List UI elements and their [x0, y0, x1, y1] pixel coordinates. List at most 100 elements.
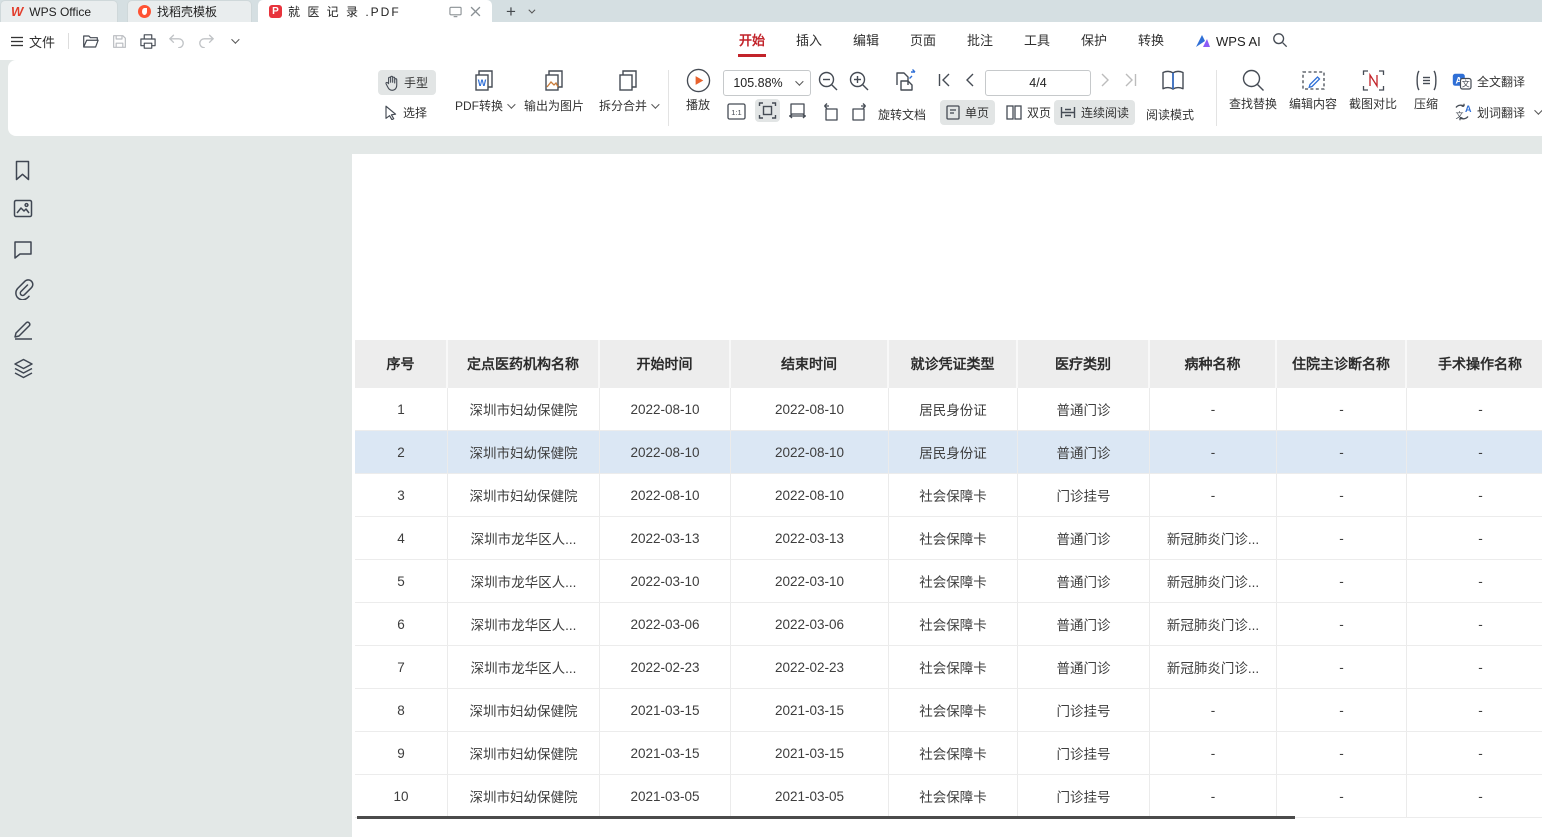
- comment-panel-icon[interactable]: [13, 240, 33, 259]
- full-translate-icon: A 文: [1452, 73, 1472, 90]
- next-page-button[interactable]: [1101, 73, 1110, 87]
- pdf-convert-label: PDF转换: [455, 97, 503, 114]
- rotate-doc-label[interactable]: 旋转文档: [878, 106, 926, 123]
- table-cell: 社会保障卡: [889, 517, 1018, 559]
- fit-width-button[interactable]: [788, 103, 807, 119]
- table-cell: 2: [355, 431, 448, 473]
- table-cell: 6: [355, 603, 448, 645]
- continuous-read-button[interactable]: 连续阅读: [1054, 100, 1135, 125]
- read-mode-button[interactable]: [1160, 68, 1186, 93]
- tab-docer-templates[interactable]: 找稻壳模板: [127, 0, 252, 22]
- table-cell: 新冠肺炎门诊...: [1150, 517, 1277, 559]
- new-tab-button[interactable]: +: [506, 3, 516, 20]
- table-cell: -: [1150, 689, 1277, 731]
- page-indicator-value: 4/4: [1029, 76, 1046, 90]
- first-page-button[interactable]: [938, 73, 951, 87]
- fit-page-button[interactable]: [755, 99, 780, 122]
- screenshot-compare-button[interactable]: 截图对比: [1343, 69, 1403, 112]
- rotate-right-button[interactable]: [850, 103, 869, 121]
- table-cell: -: [1277, 560, 1407, 602]
- signature-panel-icon[interactable]: [13, 318, 34, 340]
- table-header-row: 序号定点医药机构名称开始时间结束时间就诊凭证类型医疗类别病种名称住院主诊断名称手…: [355, 340, 1542, 388]
- menu-tab-tools[interactable]: 工具: [1023, 22, 1051, 60]
- word-translate-icon: 文 A: [1452, 103, 1472, 121]
- fit-width-icon: [788, 103, 807, 119]
- word-translate-button[interactable]: 文 A 划词翻译: [1452, 103, 1540, 121]
- page-number-input[interactable]: 4/4: [985, 70, 1091, 96]
- redo-icon[interactable]: [198, 34, 214, 48]
- table-cell: -: [1150, 474, 1277, 516]
- file-menu-button[interactable]: 文件: [10, 32, 55, 51]
- menu-tab-home[interactable]: 开始: [738, 22, 766, 60]
- pdf-file-icon: P: [269, 5, 282, 18]
- chevron-down-icon: [507, 100, 515, 108]
- thumbnail-panel-icon[interactable]: [13, 199, 33, 218]
- undo-icon[interactable]: [169, 34, 185, 48]
- more-history-chevron-icon[interactable]: [231, 35, 239, 43]
- table-cell: 新冠肺炎门诊...: [1150, 603, 1277, 645]
- table-cell: 普通门诊: [1018, 646, 1150, 688]
- hand-tool-button[interactable]: 手型: [378, 70, 436, 95]
- close-tab-icon[interactable]: [470, 6, 481, 17]
- attachment-panel-icon[interactable]: [13, 279, 34, 300]
- export-image-button[interactable]: 输出为图片: [516, 68, 592, 114]
- menu-tab-page[interactable]: 页面: [909, 22, 937, 60]
- menu-search-icon[interactable]: [1272, 32, 1288, 48]
- menu-tab-insert[interactable]: 插入: [795, 22, 823, 60]
- actual-size-button[interactable]: 1:1: [727, 103, 746, 120]
- table-cell: 社会保障卡: [889, 603, 1018, 645]
- table-cell: -: [1150, 732, 1277, 774]
- wps-ai-button[interactable]: WPS AI: [1195, 22, 1261, 60]
- read-mode-label[interactable]: 阅读模式: [1146, 106, 1194, 123]
- menu-tab-comment[interactable]: 批注: [966, 22, 994, 60]
- prev-page-button[interactable]: [965, 73, 974, 87]
- split-merge-button[interactable]: 拆分合并: [588, 68, 668, 114]
- rotate-left-button[interactable]: [821, 103, 840, 121]
- compress-button[interactable]: 压缩: [1406, 69, 1446, 112]
- play-button[interactable]: 播放: [676, 68, 720, 113]
- svg-text:文: 文: [1456, 110, 1464, 120]
- table-row: 8深圳市妇幼保健院2021-03-152021-03-15社会保障卡门诊挂号--…: [355, 689, 1542, 732]
- table-cell: -: [1407, 689, 1542, 731]
- zoom-in-button[interactable]: [849, 71, 870, 92]
- menu-tab-edit[interactable]: 编辑: [852, 22, 880, 60]
- save-icon[interactable]: [112, 34, 127, 49]
- pdf-convert-button[interactable]: W PDF转换: [446, 68, 522, 114]
- table-cell: 居民身份证: [889, 388, 1018, 430]
- zoom-level-select[interactable]: 105.88%: [723, 70, 811, 96]
- table-cell: 新冠肺炎门诊...: [1150, 646, 1277, 688]
- table-cell: 普通门诊: [1018, 560, 1150, 602]
- select-tool-button[interactable]: 选择: [378, 100, 436, 125]
- tab-document-pdf[interactable]: P 就 医 记 录 .PDF: [258, 0, 492, 22]
- menu-tab-protect[interactable]: 保护: [1080, 22, 1108, 60]
- menu-tab-convert[interactable]: 转换: [1137, 22, 1165, 60]
- full-translate-label: 全文翻译: [1477, 73, 1525, 90]
- edit-content-button[interactable]: 编辑内容: [1283, 69, 1343, 112]
- table-cell: 2021-03-05: [731, 775, 889, 817]
- table-cell: 2021-03-05: [600, 775, 731, 817]
- continuous-read-label: 连续阅读: [1081, 104, 1129, 121]
- table-cell: 2021-03-15: [600, 689, 731, 731]
- chevron-down-icon: [795, 77, 803, 85]
- edit-content-label: 编辑内容: [1289, 95, 1337, 112]
- print-icon[interactable]: [140, 34, 156, 49]
- table-cell: -: [1150, 775, 1277, 817]
- single-page-button[interactable]: 单页: [940, 100, 995, 125]
- column-header: 开始时间: [600, 340, 731, 388]
- find-replace-button[interactable]: 查找替换: [1224, 69, 1282, 112]
- table-cell: 深圳市妇幼保健院: [448, 732, 600, 774]
- open-file-icon[interactable]: [82, 34, 99, 49]
- rotate-doc-button[interactable]: [892, 68, 919, 95]
- zoom-out-button[interactable]: [818, 71, 839, 92]
- table-cell: 社会保障卡: [889, 560, 1018, 602]
- layers-panel-icon[interactable]: [13, 358, 34, 379]
- table-cell: 1: [355, 388, 448, 430]
- tab-wps-office[interactable]: W WPS Office: [0, 0, 118, 22]
- tab-list-chevron-icon[interactable]: [528, 6, 535, 13]
- table-cell: -: [1407, 646, 1542, 688]
- rotate-right-icon: [850, 103, 869, 121]
- last-page-button[interactable]: [1124, 73, 1137, 87]
- full-translate-button[interactable]: A 文 全文翻译: [1452, 73, 1525, 90]
- bookmark-panel-icon[interactable]: [13, 160, 32, 181]
- screen-share-icon[interactable]: [449, 6, 462, 18]
